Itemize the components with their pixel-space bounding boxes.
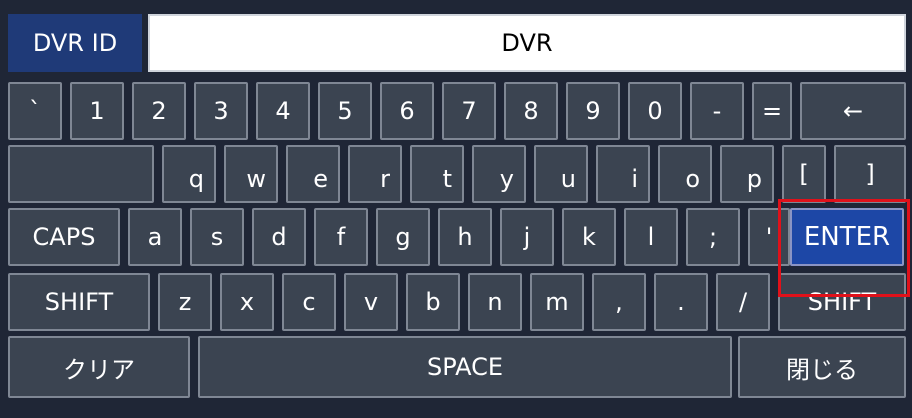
key-n[interactable]: n [468, 273, 522, 331]
key-z[interactable]: z [158, 273, 212, 331]
dvr-id-label: DVR ID [8, 14, 142, 72]
key-period[interactable]: . [654, 273, 708, 331]
key-left-bracket[interactable]: [ [782, 145, 826, 203]
key-close[interactable]: 閉じる [738, 336, 906, 398]
key-u[interactable]: u [534, 145, 588, 203]
key-h[interactable]: h [438, 208, 492, 266]
key-x[interactable]: x [220, 273, 274, 331]
key-m[interactable]: m [530, 273, 584, 331]
key-b[interactable]: b [406, 273, 460, 331]
key-enter[interactable]: ENTER [790, 208, 904, 266]
key-equals[interactable]: = [752, 82, 792, 140]
virtual-keyboard: DVR ID DVR ` 1 2 3 4 5 6 7 8 9 0- = ← q w e r t y u i o p[] CAP… [0, 0, 912, 418]
key-v[interactable]: v [344, 273, 398, 331]
key-o[interactable]: o [658, 145, 712, 203]
key-8[interactable]: 8 [504, 82, 558, 140]
key-r[interactable]: r [348, 145, 402, 203]
key-l[interactable]: l [624, 208, 678, 266]
key-6[interactable]: 6 [380, 82, 434, 140]
key-shift-right[interactable]: SHIFT [778, 273, 906, 331]
key-y[interactable]: y [472, 145, 526, 203]
key-w[interactable]: w [224, 145, 278, 203]
key-q[interactable]: q [162, 145, 216, 203]
key-semicolon[interactable]: ; [686, 208, 740, 266]
key-7[interactable]: 7 [442, 82, 496, 140]
dvr-id-input[interactable]: DVR [148, 14, 906, 72]
key-comma[interactable]: , [592, 273, 646, 331]
key-shift-left[interactable]: SHIFT [8, 273, 150, 331]
key-k[interactable]: k [562, 208, 616, 266]
key-4[interactable]: 4 [256, 82, 310, 140]
key-backspace[interactable]: ← [800, 82, 906, 140]
key-slash[interactable]: / [716, 273, 770, 331]
key-p[interactable]: p [720, 145, 774, 203]
key-2[interactable]: 2 [132, 82, 186, 140]
key-minus[interactable]: - [690, 82, 744, 140]
key-g[interactable]: g [376, 208, 430, 266]
key-f[interactable]: f [314, 208, 368, 266]
key-0[interactable]: 0 [628, 82, 682, 140]
key-5[interactable]: 5 [318, 82, 372, 140]
key-right-bracket[interactable]: ] [834, 145, 906, 203]
key-a[interactable]: a [128, 208, 182, 266]
key-c[interactable]: c [282, 273, 336, 331]
key-e[interactable]: e [286, 145, 340, 203]
key-s[interactable]: s [190, 208, 244, 266]
key-clear[interactable]: クリア [8, 336, 190, 398]
key-t[interactable]: t [410, 145, 464, 203]
key-9[interactable]: 9 [566, 82, 620, 140]
key-caps[interactable]: CAPS [8, 208, 120, 266]
key-space[interactable]: SPACE [198, 336, 732, 398]
row2-blank-key-0[interactable] [8, 145, 154, 203]
key-backtick[interactable]: ` [8, 82, 62, 140]
key-apostrophe[interactable]: ' [748, 208, 790, 266]
key-j[interactable]: j [500, 208, 554, 266]
key-d[interactable]: d [252, 208, 306, 266]
key-1[interactable]: 1 [70, 82, 124, 140]
key-3[interactable]: 3 [194, 82, 248, 140]
key-i[interactable]: i [596, 145, 650, 203]
